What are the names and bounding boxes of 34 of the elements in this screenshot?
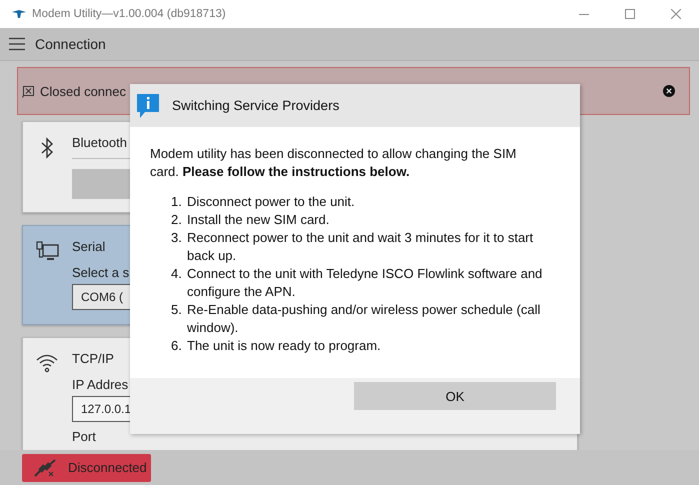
step-number: 4.	[171, 265, 183, 283]
ok-button[interactable]: OK	[354, 382, 556, 410]
step-text: Re-Enable data-pushing and/or wireless power schedule (call window).	[187, 301, 542, 337]
step-number: 6.	[171, 337, 183, 355]
port-prompt: Select a s	[72, 265, 130, 281]
step-text: Install the new SIM card.	[187, 211, 330, 229]
window-title: Modem Utility—v1.00.004 (db918713)	[32, 8, 226, 20]
ip-address-label: IP Addres	[72, 377, 128, 393]
app-logo-icon	[12, 10, 26, 18]
dialog-message: Modem utility has been disconnected to allow changing the SIM card. Please follow the instructions below.	[150, 145, 518, 181]
menu-icon[interactable]	[9, 37, 25, 51]
step-number: 2.	[171, 211, 183, 229]
maximize-icon[interactable]	[625, 9, 635, 19]
step-text: Disconnect power to the unit.	[187, 193, 356, 211]
connection-title: Bluetooth	[72, 134, 127, 152]
closed-connection-icon	[22, 84, 35, 98]
connection-title: Serial	[72, 238, 106, 256]
port-label: Port	[72, 429, 96, 445]
bluetooth-icon	[40, 137, 54, 159]
step-text: The unit is now ready to program.	[187, 337, 382, 355]
computer-icon	[35, 241, 59, 263]
step-number: 3.	[171, 229, 183, 247]
dialog-title: Switching Service Providers	[172, 98, 340, 113]
page-title: Connection	[35, 36, 106, 52]
plug-icon	[32, 458, 58, 478]
alert-message: Closed connec	[40, 84, 126, 98]
step-number: 5.	[171, 301, 183, 319]
close-icon[interactable]	[663, 85, 675, 97]
step-text: Connect to the unit with Teledyne ISCO Flowlink software and configure the APN.	[187, 265, 544, 301]
info-icon	[136, 92, 160, 118]
step-text: Reconnect power to the unit and wait 3 minutes for it to start back up.	[187, 229, 534, 265]
connection-title: TCP/IP	[72, 350, 114, 368]
wifi-icon	[35, 353, 59, 373]
step-number: 1.	[171, 193, 183, 211]
